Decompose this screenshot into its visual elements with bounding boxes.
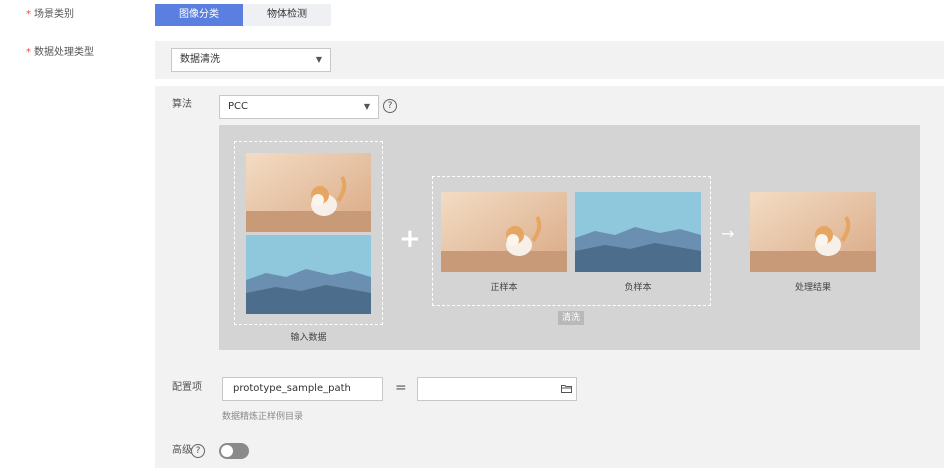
result-caption: 处理结果 — [794, 283, 831, 293]
tab-object-detection[interactable]: 物体检测 — [243, 4, 331, 26]
clean-tag: 清洗 — [558, 311, 585, 325]
input-data-caption: 输入数据 — [290, 333, 327, 343]
toggle-knob — [221, 445, 233, 457]
arrow-right-icon: → — [721, 224, 735, 243]
config-value-input[interactable] — [417, 377, 577, 401]
cat-image — [441, 192, 567, 272]
tab-image-classification[interactable]: 图像分类 — [155, 4, 243, 26]
advanced-toggle[interactable] — [219, 443, 249, 459]
negative-sample-caption: 负样本 — [624, 283, 652, 293]
folder-icon[interactable] — [561, 384, 572, 393]
processing-type-label: * 数据处理类型 — [26, 47, 94, 58]
cat-image — [750, 192, 876, 272]
equals-sign: = — [395, 380, 407, 396]
processing-type-select[interactable]: 数据清洗 ▼ — [171, 48, 331, 72]
algorithm-select[interactable]: PCC ▼ — [219, 95, 379, 119]
positive-sample-caption: 正样本 — [490, 283, 518, 293]
cat-image — [246, 153, 371, 232]
landscape-image — [246, 235, 371, 314]
plus-icon: + — [399, 224, 421, 254]
chevron-down-icon: ▼ — [363, 102, 370, 111]
chevron-down-icon: ▼ — [315, 55, 322, 64]
required-mark: * — [26, 47, 31, 58]
algorithm-label: 算法 — [172, 99, 192, 110]
config-hint: 数据精炼正样例目录 — [222, 412, 304, 422]
algorithm-diagram: 输入数据 + 正样本 负样本 清洗 → 处理结果 — [219, 125, 920, 350]
required-mark: * — [26, 9, 31, 20]
config-label: 配置项 — [172, 382, 202, 393]
scene-type-label: * 场景类别 — [26, 9, 74, 20]
config-key-input[interactable]: prototype_sample_path — [222, 377, 383, 401]
advanced-label: 高级 — [172, 445, 192, 456]
question-circle-icon[interactable]: ? — [191, 444, 205, 458]
question-circle-icon[interactable]: ? — [383, 99, 397, 113]
landscape-image — [575, 192, 701, 272]
